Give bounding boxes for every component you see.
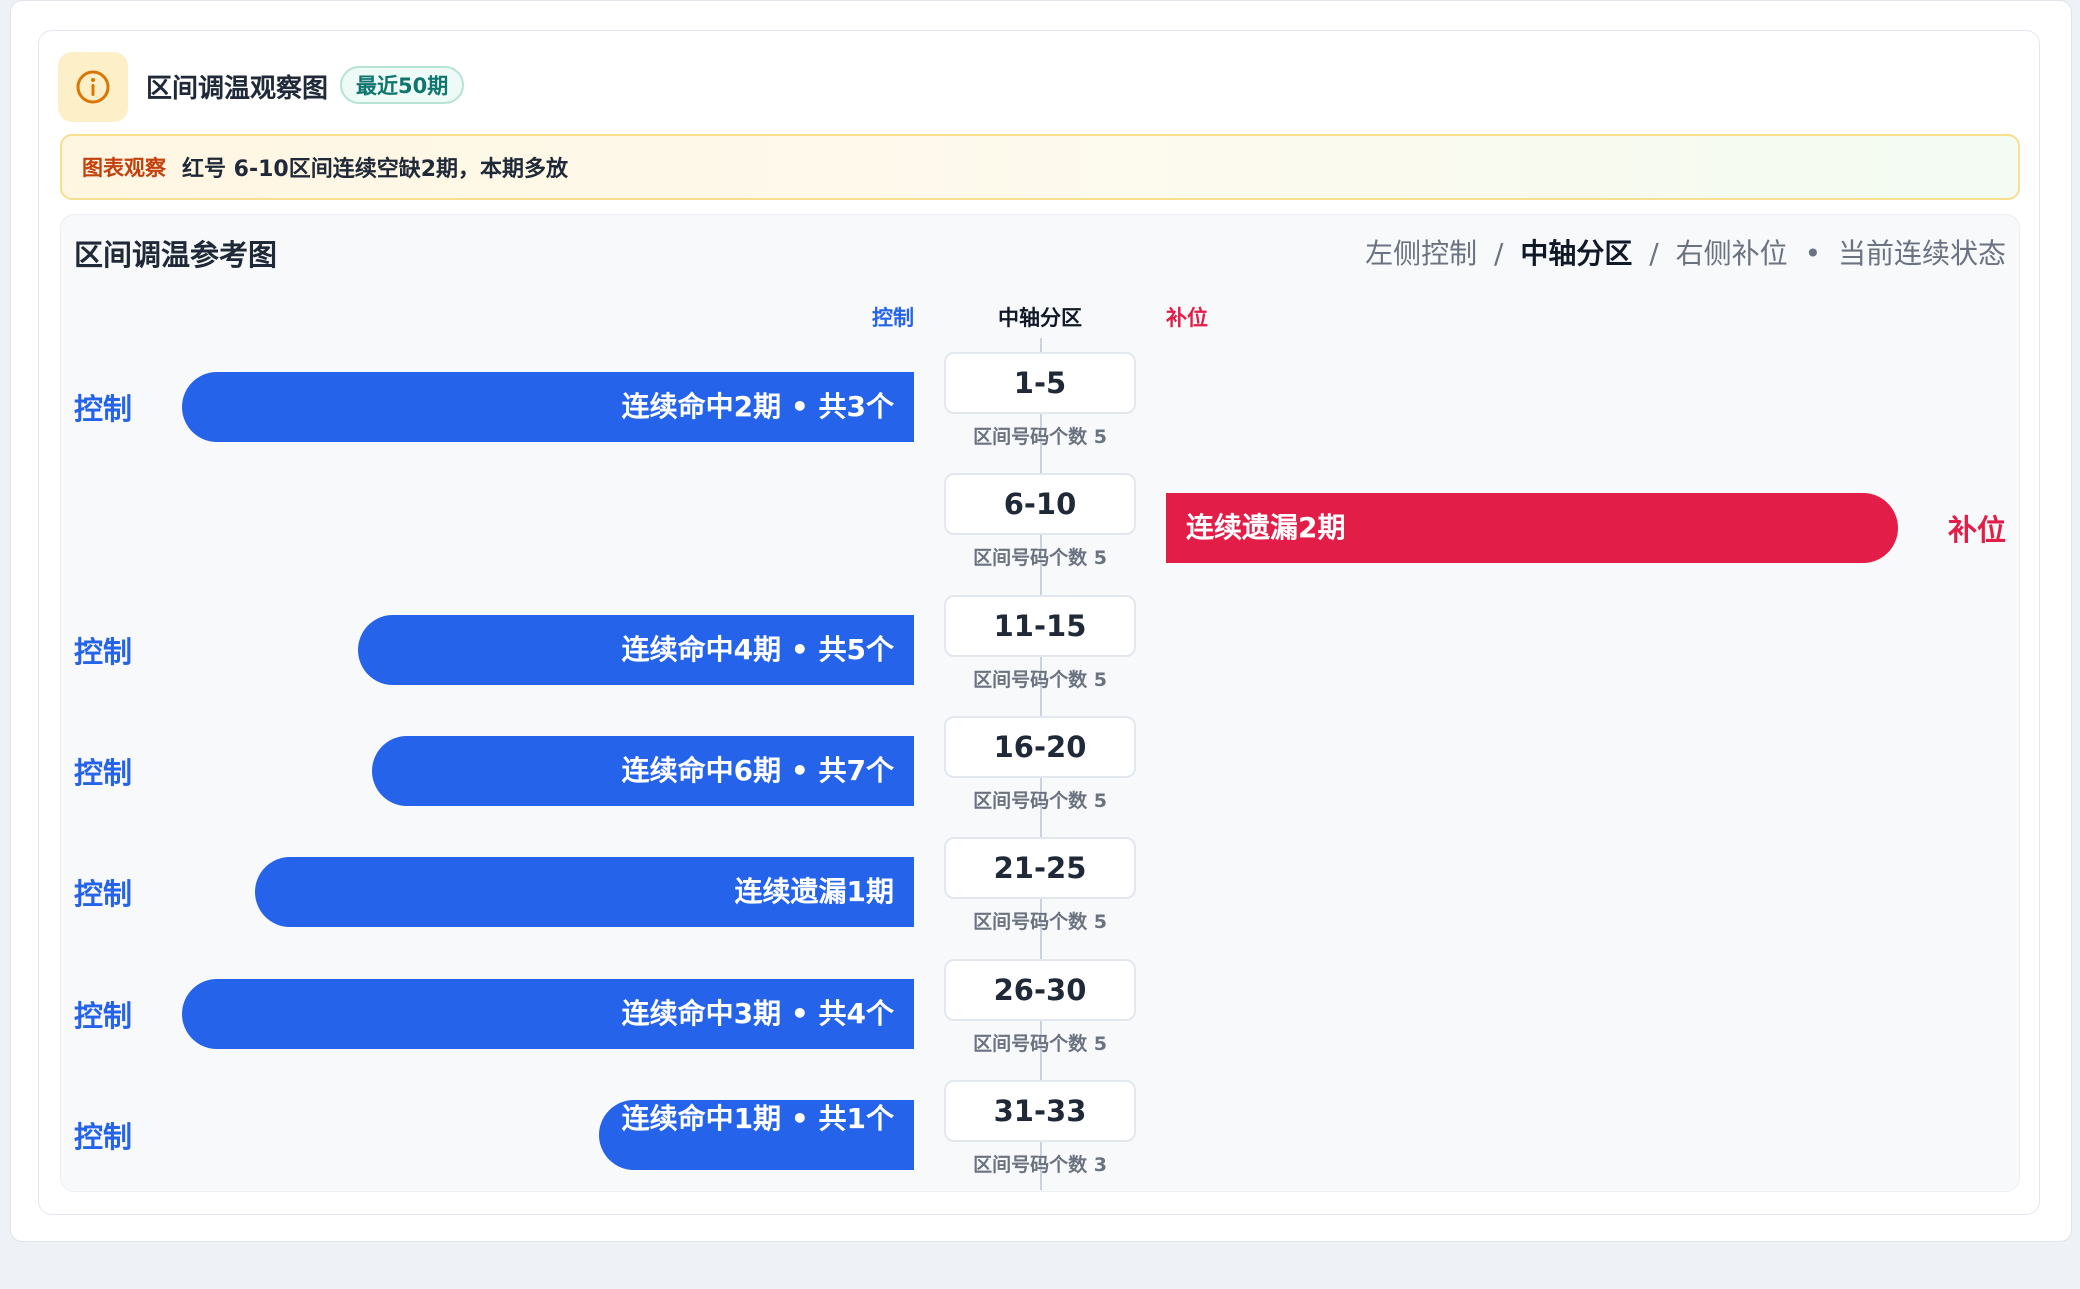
zone-row: 1-5 区间号码个数 5 连续命中2期 • 共3个 控制 bbox=[0, 352, 2080, 472]
control-bar: 连续命中2期 • 共3个 bbox=[182, 372, 914, 442]
legend: 左侧控制 / 中轴分区 / 右侧补位 • 当前连续状态 bbox=[1365, 232, 2006, 272]
control-label: 控制 bbox=[74, 877, 133, 912]
legend-mid: 中轴分区 bbox=[1520, 237, 1633, 270]
zone-range: 31-33 bbox=[944, 1079, 1136, 1142]
notice-tag: 图表观察 bbox=[82, 156, 166, 180]
zone-row: 11-15 区间号码个数 5 连续命中4期 • 共5个 控制 bbox=[0, 594, 2080, 715]
control-bar: 连续遗漏1期 bbox=[255, 857, 914, 928]
control-label: 控制 bbox=[74, 634, 133, 669]
period-badge: 最近50期 bbox=[340, 66, 465, 104]
zone-count: 区间号码个数 3 bbox=[973, 1153, 1107, 1176]
zone-row: 31-33 区间号码个数 3 连续命中1期 • 共1个 控制 bbox=[0, 1079, 2080, 1200]
control-label: 控制 bbox=[74, 392, 133, 426]
zone-count: 区间号码个数 5 bbox=[973, 1032, 1107, 1055]
control-bar: 连续命中3期 • 共4个 bbox=[182, 978, 914, 1049]
zone-range: 16-20 bbox=[944, 715, 1136, 778]
control-label: 控制 bbox=[74, 755, 133, 790]
control-bar: 连续命中1期 • 共1个 bbox=[599, 1099, 914, 1170]
control-bar: 连续命中6期 • 共7个 bbox=[372, 735, 914, 806]
fill-label: 补位 bbox=[1947, 513, 2006, 548]
zone-range: 11-15 bbox=[944, 594, 1136, 657]
legend-left: 左侧控制 bbox=[1365, 237, 1478, 270]
column-header-control: 控制 bbox=[872, 306, 914, 330]
zone-row: 26-30 区间号码个数 5 连续命中3期 • 共4个 控制 bbox=[0, 958, 2080, 1079]
zone-count: 区间号码个数 5 bbox=[973, 789, 1107, 812]
zone-row: 16-20 区间号码个数 5 连续命中6期 • 共7个 控制 bbox=[0, 715, 2080, 836]
column-header-axis: 中轴分区 bbox=[998, 306, 1082, 330]
zone-range: 21-25 bbox=[944, 837, 1136, 900]
legend-state: 当前连续状态 bbox=[1837, 237, 2006, 270]
zone-count: 区间号码个数 5 bbox=[973, 668, 1107, 691]
legend-separator: / bbox=[1494, 237, 1504, 270]
zone-row: 6-10 区间号码个数 5 连续遗漏2期 补位 bbox=[0, 473, 2080, 593]
info-icon bbox=[58, 52, 128, 122]
zone-count: 区间号码个数 5 bbox=[973, 426, 1107, 448]
page-title: 区间调温观察图 bbox=[146, 74, 329, 104]
legend-right: 右侧补位 bbox=[1675, 237, 1788, 270]
panel-title: 区间调温参考图 bbox=[74, 238, 278, 272]
zone-row: 21-25 区间号码个数 5 连续遗漏1期 控制 bbox=[0, 837, 2080, 957]
zone-range: 26-30 bbox=[944, 958, 1136, 1021]
zone-range: 1-5 bbox=[944, 352, 1136, 414]
notice-message: 红号 6-10区间连续空缺2期，本期多放 bbox=[182, 157, 569, 182]
legend-dot: • bbox=[1804, 237, 1822, 270]
zone-range: 6-10 bbox=[944, 473, 1136, 536]
control-bar: 连续命中4期 • 共5个 bbox=[358, 614, 914, 685]
fill-bar: 连续遗漏2期 bbox=[1166, 493, 1898, 564]
observation-notice: 图表观察 红号 6-10区间连续空缺2期，本期多放 bbox=[60, 134, 2020, 200]
zone-count: 区间号码个数 5 bbox=[973, 911, 1107, 934]
column-header-fill: 补位 bbox=[1166, 306, 1208, 330]
control-label: 控制 bbox=[74, 998, 133, 1033]
zone-count: 区间号码个数 5 bbox=[973, 547, 1107, 570]
legend-separator: / bbox=[1649, 237, 1659, 270]
control-label: 控制 bbox=[74, 1119, 133, 1154]
